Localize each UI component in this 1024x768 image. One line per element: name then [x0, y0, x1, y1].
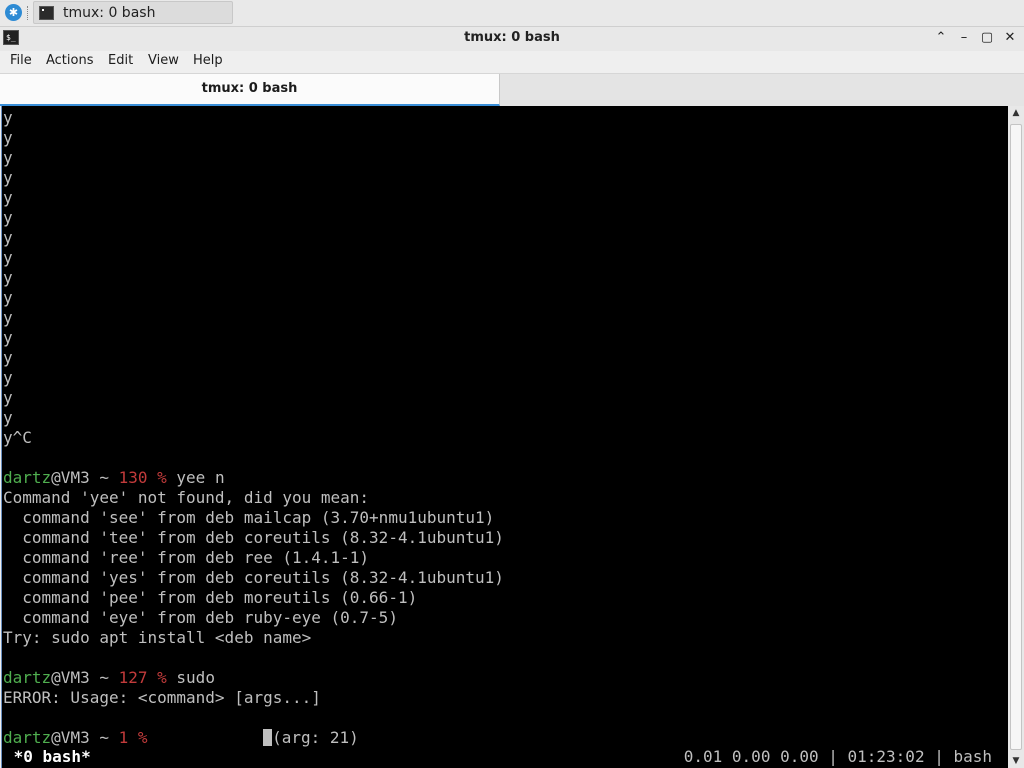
prompt-line: dartz@VM3 ~ 127 % sudo	[3, 668, 215, 688]
terminal-scrollbar[interactable]: ▲ ▼	[1008, 106, 1024, 768]
prompt-host: @VM3 ~	[51, 728, 119, 747]
taskbar-window-button[interactable]: tmux: 0 bash	[33, 1, 233, 24]
terminal-line: command 'eye' from deb ruby-eye (0.7-5)	[3, 608, 398, 627]
start-menu-icon[interactable]: ✱	[5, 4, 22, 21]
terminal-line: Command 'yee' not found, did you mean:	[3, 488, 370, 507]
taskbar: ✱ tmux: 0 bash	[0, 0, 1024, 27]
prompt-line: dartz@VM3 ~ 130 % yee n	[3, 468, 225, 488]
prompt-host: @VM3 ~	[51, 468, 119, 487]
terminal-line: y	[3, 308, 13, 327]
menu-actions[interactable]: Actions	[46, 53, 94, 68]
readline-arg: (arg: 21)	[272, 728, 359, 747]
terminal-output[interactable]: y y y y y y y y y y y y y y y y y^C dart…	[1, 106, 1008, 768]
window-titlebar[interactable]: $_ tmux: 0 bash ⌃ – ▢ ✕	[0, 27, 1024, 51]
window-controls: ⌃ – ▢ ✕	[933, 29, 1018, 47]
terminal-line: command 'ree' from deb ree (1.4.1-1)	[3, 548, 370, 567]
taskbar-separator	[27, 6, 30, 20]
tmux-window-list[interactable]: *0 bash*	[4, 747, 91, 767]
prompt-command: sudo	[166, 668, 215, 687]
prompt-host: @VM3 ~	[51, 668, 119, 687]
maximize-icon[interactable]: ▢	[979, 29, 995, 47]
terminal-line: ERROR: Usage: <command> [args...]	[3, 688, 321, 707]
minimize-icon[interactable]: –	[956, 29, 972, 47]
terminal-line: y	[3, 208, 13, 227]
scrollbar-thumb[interactable]	[1010, 124, 1022, 750]
scroll-up-icon[interactable]: ▲	[1011, 108, 1021, 118]
terminal-line: y	[3, 108, 13, 127]
prompt-command: yee n	[166, 468, 225, 487]
terminal-line: command 'see' from deb mailcap (3.70+nmu…	[3, 508, 495, 527]
prompt-line-active[interactable]: dartz@VM3 ~ 1 % (arg: 21)	[3, 728, 359, 748]
terminal-line: y	[3, 168, 13, 187]
terminal-line: y	[3, 188, 13, 207]
terminal-line: y^C	[3, 428, 32, 447]
terminal-line: y	[3, 148, 13, 167]
taskbar-window-label: tmux: 0 bash	[63, 5, 156, 21]
terminal-line: y	[3, 348, 13, 367]
terminal-line: command 'yes' from deb coreutils (8.32-4…	[3, 568, 504, 587]
prompt-user: dartz	[3, 728, 52, 747]
terminal-line: command 'pee' from deb moreutils (0.66-1…	[3, 588, 418, 607]
terminal-line: y	[3, 228, 13, 247]
tmux-status-right: 0.01 0.00 0.00 | 01:23:02 | bash	[683, 747, 992, 766]
prompt-exit-code: 127 %	[118, 668, 167, 687]
terminal-line: y	[3, 248, 13, 267]
menubar: File Actions Edit View Help	[0, 51, 1024, 73]
text-cursor	[263, 729, 273, 746]
terminal-line: command 'tee' from deb coreutils (8.32-4…	[3, 528, 504, 547]
window-title: tmux: 0 bash	[464, 30, 560, 45]
terminal-line: y	[3, 388, 13, 407]
terminal-line: y	[3, 288, 13, 307]
terminal-line: y	[3, 328, 13, 347]
close-icon[interactable]: ✕	[1002, 29, 1018, 47]
tab-bar: tmux: 0 bash	[0, 73, 1024, 106]
tab-tmux-bash[interactable]: tmux: 0 bash	[0, 74, 500, 106]
prompt-user: dartz	[3, 468, 52, 487]
terminal-line: y	[3, 128, 13, 147]
prompt-exit-code: 1 %	[118, 728, 148, 747]
menu-edit[interactable]: Edit	[108, 53, 133, 68]
terminal-icon	[39, 6, 54, 20]
menu-view[interactable]: View	[148, 53, 179, 68]
prompt-user: dartz	[3, 668, 52, 687]
terminal-line: y	[3, 408, 13, 427]
shade-icon[interactable]: ⌃	[933, 29, 949, 47]
terminal-line: Try: sudo apt install <deb name>	[3, 628, 312, 647]
terminal-line: y	[3, 368, 13, 387]
menu-help[interactable]: Help	[193, 53, 223, 68]
prompt-gap	[148, 728, 264, 747]
menu-file[interactable]: File	[10, 53, 32, 68]
terminal-line: y	[3, 268, 13, 287]
scroll-down-icon[interactable]: ▼	[1011, 756, 1021, 766]
prompt-exit-code: 130 %	[118, 468, 167, 487]
